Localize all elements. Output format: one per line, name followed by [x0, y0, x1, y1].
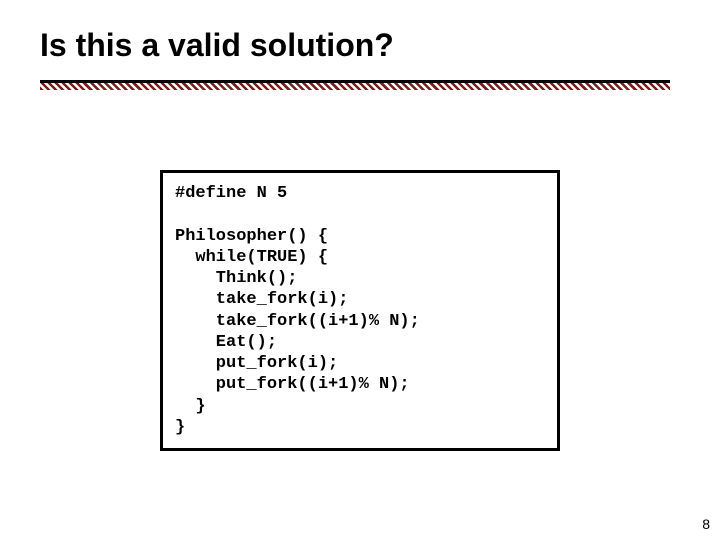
code-line: } [175, 397, 206, 416]
code-line: take_fork(i); [175, 290, 348, 309]
title-rule [40, 80, 670, 90]
slide: Is this a valid solution? #define N 5 Ph… [0, 0, 720, 540]
code-listing: #define N 5 Philosopher() { while(TRUE) … [175, 183, 545, 438]
rule-top-edge [40, 80, 670, 83]
code-line: } [175, 418, 185, 437]
page-number: 8 [702, 516, 710, 532]
code-line: Eat(); [175, 333, 277, 352]
code-line: put_fork(i); [175, 354, 338, 373]
code-line: Think(); [175, 269, 297, 288]
slide-title: Is this a valid solution? [40, 28, 394, 63]
code-line: while(TRUE) { [175, 248, 328, 267]
code-line: #define N 5 [175, 184, 287, 203]
code-line: put_fork((i+1)% N); [175, 375, 410, 394]
code-box: #define N 5 Philosopher() { while(TRUE) … [160, 170, 560, 451]
code-line: take_fork((i+1)% N); [175, 312, 420, 331]
code-line: Philosopher() { [175, 227, 328, 246]
